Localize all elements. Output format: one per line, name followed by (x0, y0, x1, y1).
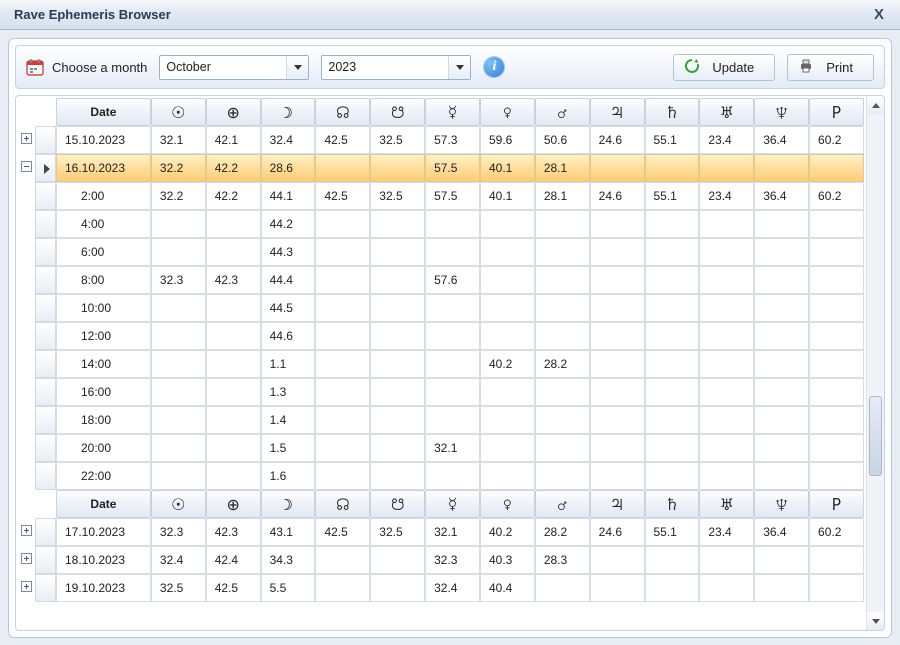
header-row: Date ☉ ⊕ ☽ ☊ ☋ ☿ ♀ ♂ ♃ ♄ ♅ ♆ P (18, 98, 864, 126)
print-label: Print (826, 60, 853, 75)
month-combo[interactable]: October (159, 55, 309, 80)
col-moon[interactable]: ☽ (261, 490, 316, 518)
col-sun[interactable]: ☉ (151, 98, 206, 126)
hour-row[interactable]: 18:00 1.4 (18, 406, 864, 434)
col-neptune[interactable]: ♆ (754, 98, 809, 126)
grid[interactable]: Date ☉ ⊕ ☽ ☊ ☋ ☿ ♀ ♂ ♃ ♄ ♅ ♆ P 15.10.202… (16, 96, 866, 630)
hour-row[interactable]: 8:00 32.342.344.457.6 (18, 266, 864, 294)
window-title: Rave Ephemeris Browser (14, 7, 171, 22)
col-neptune[interactable]: ♆ (754, 490, 809, 518)
col-venus[interactable]: ♀ (480, 98, 535, 126)
header-row: Date ☉ ⊕ ☽ ☊ ☋ ☿ ♀ ♂ ♃ ♄ ♅ ♆ P (18, 490, 864, 518)
col-nnode[interactable]: ☊ (315, 490, 370, 518)
col-moon[interactable]: ☽ (261, 98, 316, 126)
col-uranus[interactable]: ♅ (699, 490, 754, 518)
hour-row[interactable]: 10:00 44.5 (18, 294, 864, 322)
col-date[interactable]: Date (56, 490, 151, 518)
toolbar: Choose a month October 2023 i Update (15, 45, 885, 89)
col-mars[interactable]: ♂ (535, 98, 590, 126)
col-snode[interactable]: ☋ (370, 98, 425, 126)
col-nnode[interactable]: ☊ (315, 98, 370, 126)
col-pluto[interactable]: P (809, 490, 864, 518)
expand-icon[interactable] (21, 553, 32, 564)
hour-row[interactable]: 4:00 44.2 (18, 210, 864, 238)
col-pluto[interactable]: P (809, 98, 864, 126)
hour-row[interactable]: 2:00 32.242.244.142.532.557.540.128.124.… (18, 182, 864, 210)
chevron-down-icon[interactable] (286, 56, 308, 79)
scroll-down-icon[interactable] (867, 612, 884, 630)
col-earth[interactable]: ⊕ (206, 490, 261, 518)
choose-month-text: Choose a month (52, 60, 147, 75)
row-indicator-active (35, 154, 56, 182)
table-row[interactable]: 17.10.2023 32.342.343.142.532.532.140.22… (18, 518, 864, 546)
col-mars[interactable]: ♂ (535, 490, 590, 518)
table-row[interactable]: 18.10.2023 32.442.434.332.340.328.3 (18, 546, 864, 574)
print-button[interactable]: Print (787, 54, 874, 81)
hour-row[interactable]: 6:00 44.3 (18, 238, 864, 266)
month-value: October (166, 60, 210, 74)
hour-row[interactable]: 14:00 1.140.228.2 (18, 350, 864, 378)
year-combo[interactable]: 2023 (321, 55, 471, 80)
expand-icon[interactable] (21, 133, 32, 144)
col-sun[interactable]: ☉ (151, 490, 206, 518)
calendar-icon (26, 58, 44, 76)
choose-month-label: Choose a month (26, 58, 147, 76)
row-indicator (35, 126, 56, 154)
close-button[interactable]: X (868, 4, 890, 26)
hour-row[interactable]: 22:00 1.6 (18, 462, 864, 490)
scroll-thumb[interactable] (869, 396, 882, 476)
titlebar: Rave Ephemeris Browser X (0, 0, 900, 30)
hour-row[interactable]: 20:00 1.532.1 (18, 434, 864, 462)
col-saturn[interactable]: ♄ (645, 98, 700, 126)
scroll-up-icon[interactable] (867, 96, 884, 114)
col-mercury[interactable]: ☿ (425, 490, 480, 518)
printer-icon (798, 58, 814, 77)
ephemeris-table: Date ☉ ⊕ ☽ ☊ ☋ ☿ ♀ ♂ ♃ ♄ ♅ ♆ P 15.10.202… (18, 98, 864, 602)
content-card: Choose a month October 2023 i Update (8, 38, 892, 638)
info-icon[interactable]: i (483, 56, 505, 78)
col-uranus[interactable]: ♅ (699, 98, 754, 126)
col-jupiter[interactable]: ♃ (590, 98, 645, 126)
col-venus[interactable]: ♀ (480, 490, 535, 518)
table-row[interactable]: 15.10.2023 32.1 42.1 32.4 42.5 32.5 57.3… (18, 126, 864, 154)
update-button[interactable]: Update (673, 54, 775, 81)
update-label: Update (712, 60, 754, 75)
refresh-icon (684, 58, 700, 77)
col-jupiter[interactable]: ♃ (590, 490, 645, 518)
col-saturn[interactable]: ♄ (645, 490, 700, 518)
grid-panel: Date ☉ ⊕ ☽ ☊ ☋ ☿ ♀ ♂ ♃ ♄ ♅ ♆ P 15.10.202… (15, 95, 885, 631)
table-row-selected[interactable]: 16.10.2023 32.2 42.2 28.6 57.5 40.1 28.1 (18, 154, 864, 182)
col-snode[interactable]: ☋ (370, 490, 425, 518)
hour-row[interactable]: 16:00 1.3 (18, 378, 864, 406)
current-row-marker-icon (44, 164, 50, 174)
hour-row[interactable]: 12:00 44.6 (18, 322, 864, 350)
vertical-scrollbar[interactable] (866, 96, 884, 630)
collapse-icon[interactable] (21, 161, 32, 172)
year-value: 2023 (328, 60, 356, 74)
col-mercury[interactable]: ☿ (425, 98, 480, 126)
col-earth[interactable]: ⊕ (206, 98, 261, 126)
table-row[interactable]: 19.10.2023 32.542.55.532.440.4 (18, 574, 864, 602)
chevron-down-icon[interactable] (448, 56, 470, 79)
col-date[interactable]: Date (56, 98, 151, 126)
expand-icon[interactable] (21, 525, 32, 536)
expand-icon[interactable] (21, 581, 32, 592)
